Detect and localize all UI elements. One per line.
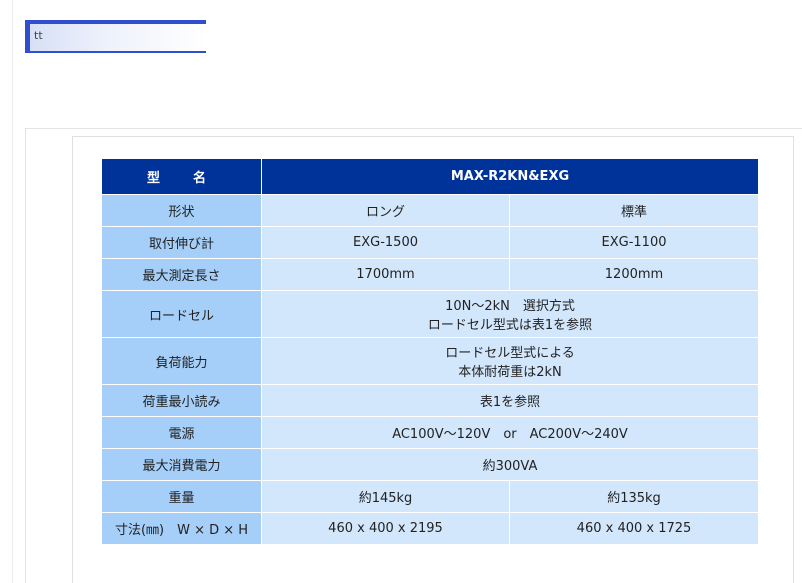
row-value: EXG-1100 [510, 227, 759, 259]
row-merged-value: 10N～2kN 選択方式 ロードセル型式は表1を参照 [262, 291, 759, 338]
row-label: 荷重最小読み [102, 385, 262, 417]
model-name-label: 型 名 [102, 159, 262, 195]
row-value: 約145kg [262, 481, 510, 513]
table-row: 重量 約145kg 約135kg [102, 481, 759, 513]
row-label: 寸法(㎜) W × D × H [102, 513, 262, 545]
row-merged-value: ロードセル型式による 本体耐荷重は2kN [262, 338, 759, 385]
row-label: 負荷能力 [102, 338, 262, 385]
row-merged-value: AC100V～120V or AC200V～240V [262, 417, 759, 449]
row-value: 460 x 400 x 1725 [510, 513, 759, 545]
spec-table: 型 名 MAX-R2KN&EXG 形状 ロング 標準 取付伸び計 EXG-150… [102, 159, 759, 545]
row-value-line: 本体耐荷重は2kN [458, 365, 562, 380]
title-underline [30, 51, 206, 53]
row-label: 形状 [102, 195, 262, 227]
row-label: 取付伸び計 [102, 227, 262, 259]
row-label: ロードセル [102, 291, 262, 338]
row-value-line: 10N～2kN 選択方式 [445, 299, 575, 314]
table-row: 取付伸び計 EXG-1500 EXG-1100 [102, 227, 759, 259]
row-merged-value: 約300VA [262, 449, 759, 481]
page-left-border [12, 0, 13, 583]
table-row: 電源 AC100V～120V or AC200V～240V [102, 417, 759, 449]
spec-header-row: 型 名 MAX-R2KN&EXG [102, 159, 759, 195]
table-row: 荷重最小読み 表1を参照 [102, 385, 759, 417]
row-value: 1700mm [262, 259, 510, 291]
table-row: 最大測定長さ 1700mm 1200mm [102, 259, 759, 291]
table-row: 形状 ロング 標準 [102, 195, 759, 227]
table-row: 負荷能力 ロードセル型式による 本体耐荷重は2kN [102, 338, 759, 385]
row-value: EXG-1500 [262, 227, 510, 259]
row-value: 1200mm [510, 259, 759, 291]
section-title-text: tt [34, 29, 43, 42]
table-row: ロードセル 10N～2kN 選択方式 ロードセル型式は表1を参照 [102, 291, 759, 338]
row-value-line: ロードセル型式は表1を参照 [427, 318, 593, 333]
row-value: ロング [262, 195, 510, 227]
row-merged-value: 表1を参照 [262, 385, 759, 417]
row-label: 重量 [102, 481, 262, 513]
table-row: 最大消費電力 約300VA [102, 449, 759, 481]
model-name-value: MAX-R2KN&EXG [262, 159, 759, 195]
row-value: 460 x 400 x 2195 [262, 513, 510, 545]
row-value: 標準 [510, 195, 759, 227]
row-label: 最大測定長さ [102, 259, 262, 291]
row-value-line: ロードセル型式による [445, 346, 575, 361]
row-label: 電源 [102, 417, 262, 449]
row-value: 約135kg [510, 481, 759, 513]
row-label: 最大消費電力 [102, 449, 262, 481]
table-row: 寸法(㎜) W × D × H 460 x 400 x 2195 460 x 4… [102, 513, 759, 545]
section-title-bar: tt [25, 20, 206, 53]
